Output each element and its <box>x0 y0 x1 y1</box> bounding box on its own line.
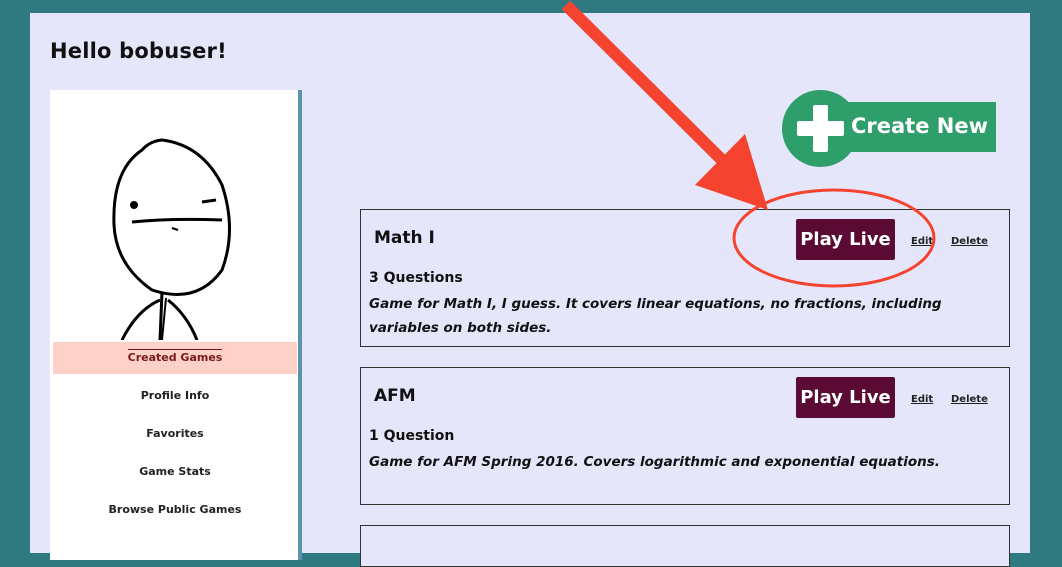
game-card <box>360 525 1010 567</box>
sidebar-item-label: Browse Public Games <box>108 503 242 516</box>
create-new-button[interactable]: Create New <box>782 90 996 167</box>
sidebar-item-game-stats[interactable]: Game Stats <box>53 456 297 488</box>
edit-link[interactable]: Edit <box>911 236 933 247</box>
greeting-heading: Hello bobuser! <box>50 39 227 63</box>
plus-icon-horizontal <box>797 121 844 136</box>
sidebar-item-profile-info[interactable]: Profile Info <box>53 380 297 412</box>
sidebar-item-browse-public-games[interactable]: Browse Public Games <box>53 494 297 526</box>
sidebar-item-label: Favorites <box>146 427 204 440</box>
play-live-button[interactable]: Play Live <box>796 219 895 260</box>
sidebar-nav: Created Games Profile Info Favorites Gam… <box>53 342 297 532</box>
question-count: 3 Questions <box>369 270 463 286</box>
game-description: Game for AFM Spring 2016. Covers logarit… <box>369 454 940 470</box>
game-title: Math I <box>374 228 435 248</box>
game-description: Game for Math I, I guess. It covers line… <box>369 296 942 336</box>
create-button-circle <box>782 90 859 167</box>
create-new-label: Create New <box>851 114 988 138</box>
main-panel: Hello bobuser! Created Games Profile Inf… <box>30 13 1030 567</box>
sidebar: Created Games Profile Info Favorites Gam… <box>50 90 302 560</box>
game-card: Math I Play Live Edit Delete 3 Questions… <box>360 209 1010 347</box>
sidebar-item-label: Game Stats <box>139 465 211 478</box>
delete-link[interactable]: Delete <box>951 394 988 405</box>
avatar-icon <box>112 138 231 340</box>
game-card: AFM Play Live Edit Delete 1 Question Gam… <box>360 367 1010 505</box>
sidebar-item-favorites[interactable]: Favorites <box>53 418 297 450</box>
sidebar-item-label: Created Games <box>127 349 223 364</box>
play-live-button[interactable]: Play Live <box>796 377 895 418</box>
sidebar-item-created-games[interactable]: Created Games <box>53 342 297 374</box>
game-title: AFM <box>374 386 416 406</box>
edit-link[interactable]: Edit <box>911 394 933 405</box>
sidebar-item-label: Profile Info <box>140 389 210 402</box>
delete-link[interactable]: Delete <box>951 236 988 247</box>
question-count: 1 Question <box>369 428 455 444</box>
